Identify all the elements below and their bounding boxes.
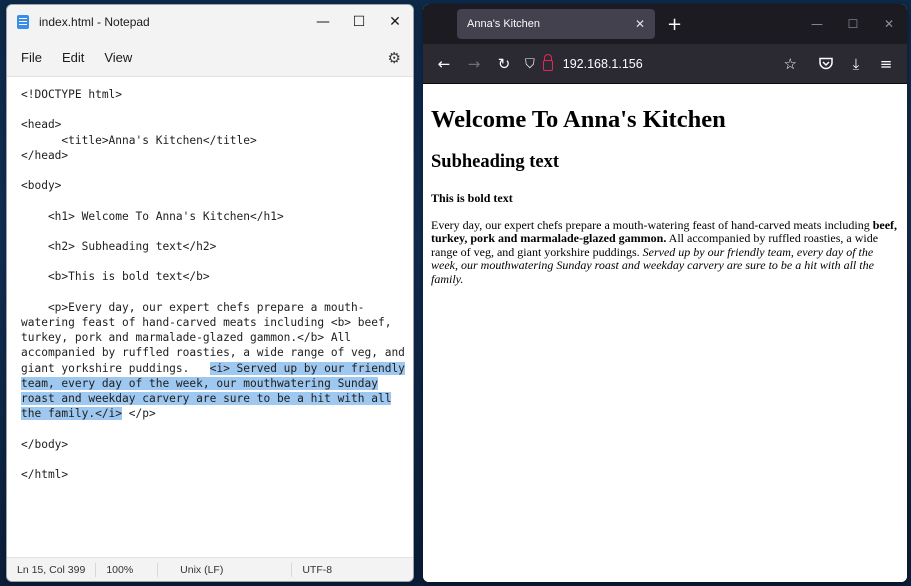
code-line: watering feast of hand-carved meats incl… [21, 316, 392, 330]
browser-window-controls: — ☐ ✕ [799, 4, 907, 44]
paragraph-text: Every day, our expert chefs prepare a mo… [431, 218, 873, 232]
page-heading: Welcome To Anna's Kitchen [431, 106, 726, 133]
menu-icon[interactable]: ≡ [871, 49, 901, 79]
notepad-menubar: File Edit View ⚙ [7, 39, 413, 77]
url-text[interactable]: 192.168.1.156 [563, 57, 784, 71]
browser-tab[interactable]: Anna's Kitchen ✕ [457, 9, 655, 39]
bold-text: This is bold text [431, 191, 513, 205]
notepad-window: index.html - Notepad — ☐ ✕ File Edit Vie… [6, 4, 414, 582]
notepad-statusbar: Ln 15, Col 399 100% Unix (LF) UTF-8 [7, 557, 413, 581]
menu-edit[interactable]: Edit [54, 46, 92, 69]
pocket-icon[interactable] [811, 49, 841, 79]
code-line: turkey, pork and marmalade-glazed gammon… [21, 331, 352, 345]
menu-file[interactable]: File [13, 46, 50, 69]
status-position: Ln 15, Col 399 [7, 562, 97, 577]
notepad-title: index.html - Notepad [39, 15, 150, 29]
menu-view[interactable]: View [96, 46, 140, 69]
selected-text: roast and weekday carvery are sure to be… [21, 392, 392, 406]
code-text[interactable]: <!DOCTYPE html> <head> <title>Anna's Kit… [21, 87, 409, 482]
status-encoding: UTF-8 [302, 563, 333, 576]
code-line: </html> [21, 468, 69, 482]
code-line: </p> [128, 407, 156, 421]
download-icon[interactable]: ⤓ [841, 49, 871, 79]
code-line: accompanied by ruffled roasties, a wide … [21, 346, 405, 360]
code-line: <h2> Subheading text</h2> [47, 240, 217, 254]
browser-navbar: ← → ↻ ⛉ 192.168.1.156 ☆ ⤓ ≡ [423, 44, 907, 84]
browser-close-button[interactable]: ✕ [871, 4, 907, 44]
new-tab-button[interactable]: + [667, 14, 682, 35]
code-line: <head> [21, 118, 62, 132]
notepad-app-icon [17, 15, 29, 29]
status-zoom[interactable]: 100% [96, 562, 159, 577]
browser-maximize-button[interactable]: ☐ [835, 4, 871, 44]
notepad-editor[interactable]: <!DOCTYPE html> <head> <title>Anna's Kit… [7, 77, 413, 561]
insecure-lock-icon[interactable] [542, 54, 553, 71]
close-button[interactable]: ✕ [377, 5, 413, 39]
browser-window: Anna's Kitchen ✕ + — ☐ ✕ ← → ↻ ⛉ 192.168… [423, 4, 907, 582]
code-line: <body> [21, 179, 62, 193]
bookmark-star-icon[interactable]: ☆ [784, 55, 797, 73]
browser-tabbar: Anna's Kitchen ✕ + — ☐ ✕ [423, 4, 907, 44]
status-line-endings: Unix (LF) [158, 562, 293, 577]
shield-icon[interactable]: ⛉ [525, 56, 535, 72]
address-bar[interactable]: ⛉ 192.168.1.156 ☆ [525, 49, 805, 79]
code-line: <title>Anna's Kitchen</title> [61, 133, 257, 147]
forward-arrow-icon[interactable]: → [459, 49, 489, 79]
selected-text: team, every day of the week, our mouthwa… [21, 376, 378, 390]
page-paragraph: Every day, our expert chefs prepare a mo… [431, 218, 899, 286]
browser-minimize-button[interactable]: — [799, 4, 835, 44]
code-line: giant yorkshire puddings. [21, 361, 210, 375]
code-line: <p>Every day, our expert chefs prepare a… [47, 300, 365, 314]
minimize-button[interactable]: — [305, 5, 341, 39]
selected-text: <i> Served up by our friendly [209, 361, 405, 375]
code-line: </head> [21, 148, 69, 162]
code-line: <h1> Welcome To Anna's Kitchen</h1> [47, 209, 284, 223]
page-subheading: Subheading text [431, 152, 559, 172]
page-content: Welcome To Anna's Kitchen Subheading tex… [423, 84, 907, 582]
maximize-button[interactable]: ☐ [341, 5, 377, 39]
selected-text: the family.</i> [21, 407, 123, 421]
notepad-titlebar[interactable]: index.html - Notepad — ☐ ✕ [7, 5, 413, 39]
tab-close-icon[interactable]: ✕ [635, 17, 645, 31]
code-line: </body> [21, 437, 69, 451]
code-line: <b>This is bold text</b> [47, 270, 210, 284]
code-line: <!DOCTYPE html> [21, 88, 123, 101]
reload-icon[interactable]: ↻ [489, 49, 519, 79]
tab-title: Anna's Kitchen [467, 18, 541, 30]
gear-icon[interactable]: ⚙ [388, 49, 401, 67]
back-arrow-icon[interactable]: ← [429, 49, 459, 79]
